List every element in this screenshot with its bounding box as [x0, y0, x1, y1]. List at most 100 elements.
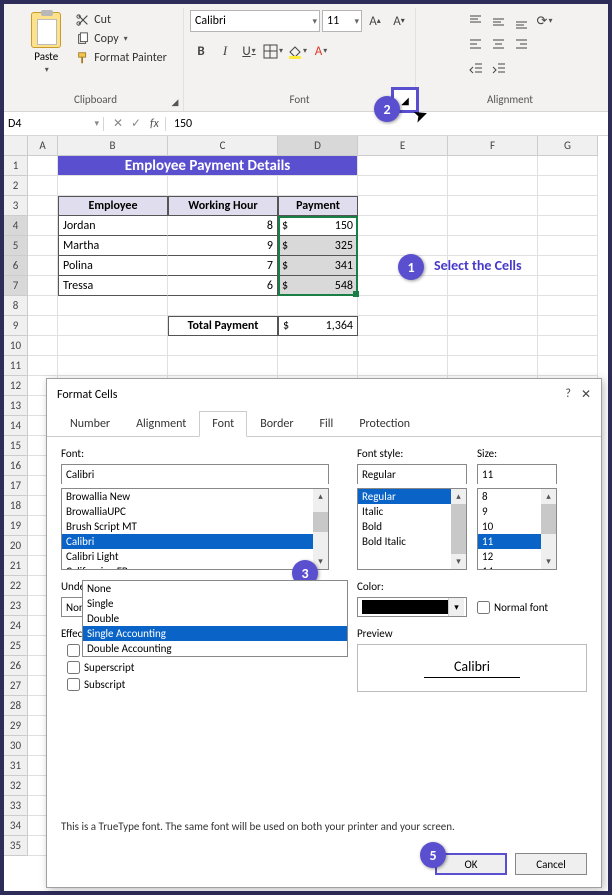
- col-header[interactable]: F: [448, 136, 538, 156]
- row-header[interactable]: 29: [4, 716, 28, 736]
- decrease-font-button[interactable]: A▾: [388, 10, 410, 32]
- table-header[interactable]: Employee: [58, 196, 168, 216]
- cell[interactable]: [358, 236, 448, 256]
- underline-button[interactable]: U▾: [238, 40, 260, 62]
- col-header[interactable]: C: [168, 136, 278, 156]
- cell[interactable]: [538, 176, 598, 196]
- cell[interactable]: [28, 236, 58, 256]
- cancel-formula-icon[interactable]: ✕: [110, 116, 126, 131]
- cell[interactable]: [448, 336, 538, 356]
- align-bottom-button[interactable]: [511, 10, 533, 32]
- list-item[interactable]: None: [83, 581, 347, 596]
- dialog-titlebar[interactable]: Format Cells ? ✕: [47, 379, 601, 410]
- row-header[interactable]: 2: [4, 176, 28, 196]
- chevron-down-icon[interactable]: ▾: [448, 598, 464, 616]
- cell[interactable]: [448, 316, 538, 336]
- cell[interactable]: $150: [278, 216, 358, 236]
- cell[interactable]: [538, 256, 598, 276]
- cell[interactable]: [168, 296, 278, 316]
- tab-border[interactable]: Border: [247, 411, 306, 437]
- row-header[interactable]: 27: [4, 676, 28, 696]
- scrollbar[interactable]: ▴▾: [451, 489, 466, 569]
- list-item[interactable]: Single Accounting: [83, 626, 347, 641]
- tab-number[interactable]: Number: [57, 411, 123, 437]
- row-header[interactable]: 7: [4, 276, 28, 296]
- cell[interactable]: [448, 156, 538, 176]
- cell[interactable]: [58, 336, 168, 356]
- row-header[interactable]: 33: [4, 796, 28, 816]
- cell[interactable]: [358, 316, 448, 336]
- cell[interactable]: [538, 316, 598, 336]
- fx-icon[interactable]: fx: [150, 117, 165, 131]
- total-label-cell[interactable]: Total Payment: [168, 316, 278, 336]
- row-header[interactable]: 8: [4, 296, 28, 316]
- list-item[interactable]: Single: [83, 596, 347, 611]
- cell[interactable]: Polina: [58, 256, 168, 276]
- row-header[interactable]: 22: [4, 576, 28, 596]
- cell[interactable]: [58, 176, 168, 196]
- cell[interactable]: 6: [168, 276, 278, 296]
- row-header[interactable]: 31: [4, 756, 28, 776]
- cell[interactable]: [28, 196, 58, 216]
- cell[interactable]: [58, 316, 168, 336]
- align-left-button[interactable]: [465, 33, 487, 55]
- table-header[interactable]: Working Hour: [168, 196, 278, 216]
- cell[interactable]: [278, 176, 358, 196]
- list-item[interactable]: Double: [83, 611, 347, 626]
- select-all-corner[interactable]: [4, 136, 28, 156]
- font-listbox[interactable]: Browallia New BrowalliaUPC Brush Script …: [61, 488, 329, 570]
- list-item[interactable]: Calibri Light: [62, 549, 328, 564]
- tab-fill[interactable]: Fill: [307, 411, 347, 437]
- row-header[interactable]: 18: [4, 496, 28, 516]
- cell[interactable]: [448, 216, 538, 236]
- row-header[interactable]: 30: [4, 736, 28, 756]
- list-item[interactable]: BrowalliaUPC: [62, 504, 328, 519]
- cell[interactable]: [278, 296, 358, 316]
- font-name-combo[interactable]: Calibri▾: [190, 10, 320, 32]
- cell[interactable]: 9: [168, 236, 278, 256]
- font-size-combo[interactable]: 11▾: [322, 10, 362, 32]
- cell[interactable]: [358, 296, 448, 316]
- fill-color-button[interactable]: ▾: [286, 40, 308, 62]
- title-banner[interactable]: Employee Payment Details: [58, 156, 358, 176]
- scrollbar[interactable]: ▴▾: [541, 489, 556, 569]
- row-header[interactable]: 25: [4, 636, 28, 656]
- row-header[interactable]: 15: [4, 436, 28, 456]
- subscript-checkbox[interactable]: Subscript: [67, 678, 341, 691]
- cell[interactable]: [538, 216, 598, 236]
- col-header[interactable]: D: [278, 136, 358, 156]
- row-header[interactable]: 10: [4, 336, 28, 356]
- row-header[interactable]: 6: [4, 256, 28, 276]
- size-input[interactable]: 11: [477, 464, 557, 484]
- row-header[interactable]: 9: [4, 316, 28, 336]
- list-item[interactable]: Italic: [358, 504, 466, 519]
- cell[interactable]: [448, 296, 538, 316]
- cell[interactable]: $548: [278, 276, 358, 296]
- scrollbar[interactable]: ▴▾: [313, 489, 328, 569]
- row-header[interactable]: 16: [4, 456, 28, 476]
- row-header[interactable]: 17: [4, 476, 28, 496]
- cell[interactable]: [538, 156, 598, 176]
- cell[interactable]: [168, 356, 278, 376]
- row-header[interactable]: 1: [4, 156, 28, 176]
- tab-font[interactable]: Font: [199, 411, 247, 437]
- list-item[interactable]: Regular: [358, 489, 466, 504]
- cell[interactable]: [538, 196, 598, 216]
- tab-protection[interactable]: Protection: [346, 411, 423, 437]
- cell[interactable]: [278, 356, 358, 376]
- help-button[interactable]: ?: [565, 387, 571, 402]
- cell[interactable]: $341: [278, 256, 358, 276]
- cell[interactable]: [28, 176, 58, 196]
- cell[interactable]: [28, 316, 58, 336]
- row-header[interactable]: 23: [4, 596, 28, 616]
- cell[interactable]: [278, 336, 358, 356]
- tab-alignment[interactable]: Alignment: [123, 411, 199, 437]
- row-header[interactable]: 21: [4, 556, 28, 576]
- list-item[interactable]: Brush Script MT: [62, 519, 328, 534]
- enter-formula-icon[interactable]: ✓: [128, 116, 144, 131]
- bold-button[interactable]: B: [190, 40, 212, 62]
- cell[interactable]: [358, 196, 448, 216]
- row-header[interactable]: 19: [4, 516, 28, 536]
- close-button[interactable]: ✕: [581, 387, 591, 402]
- italic-button[interactable]: I: [214, 40, 236, 62]
